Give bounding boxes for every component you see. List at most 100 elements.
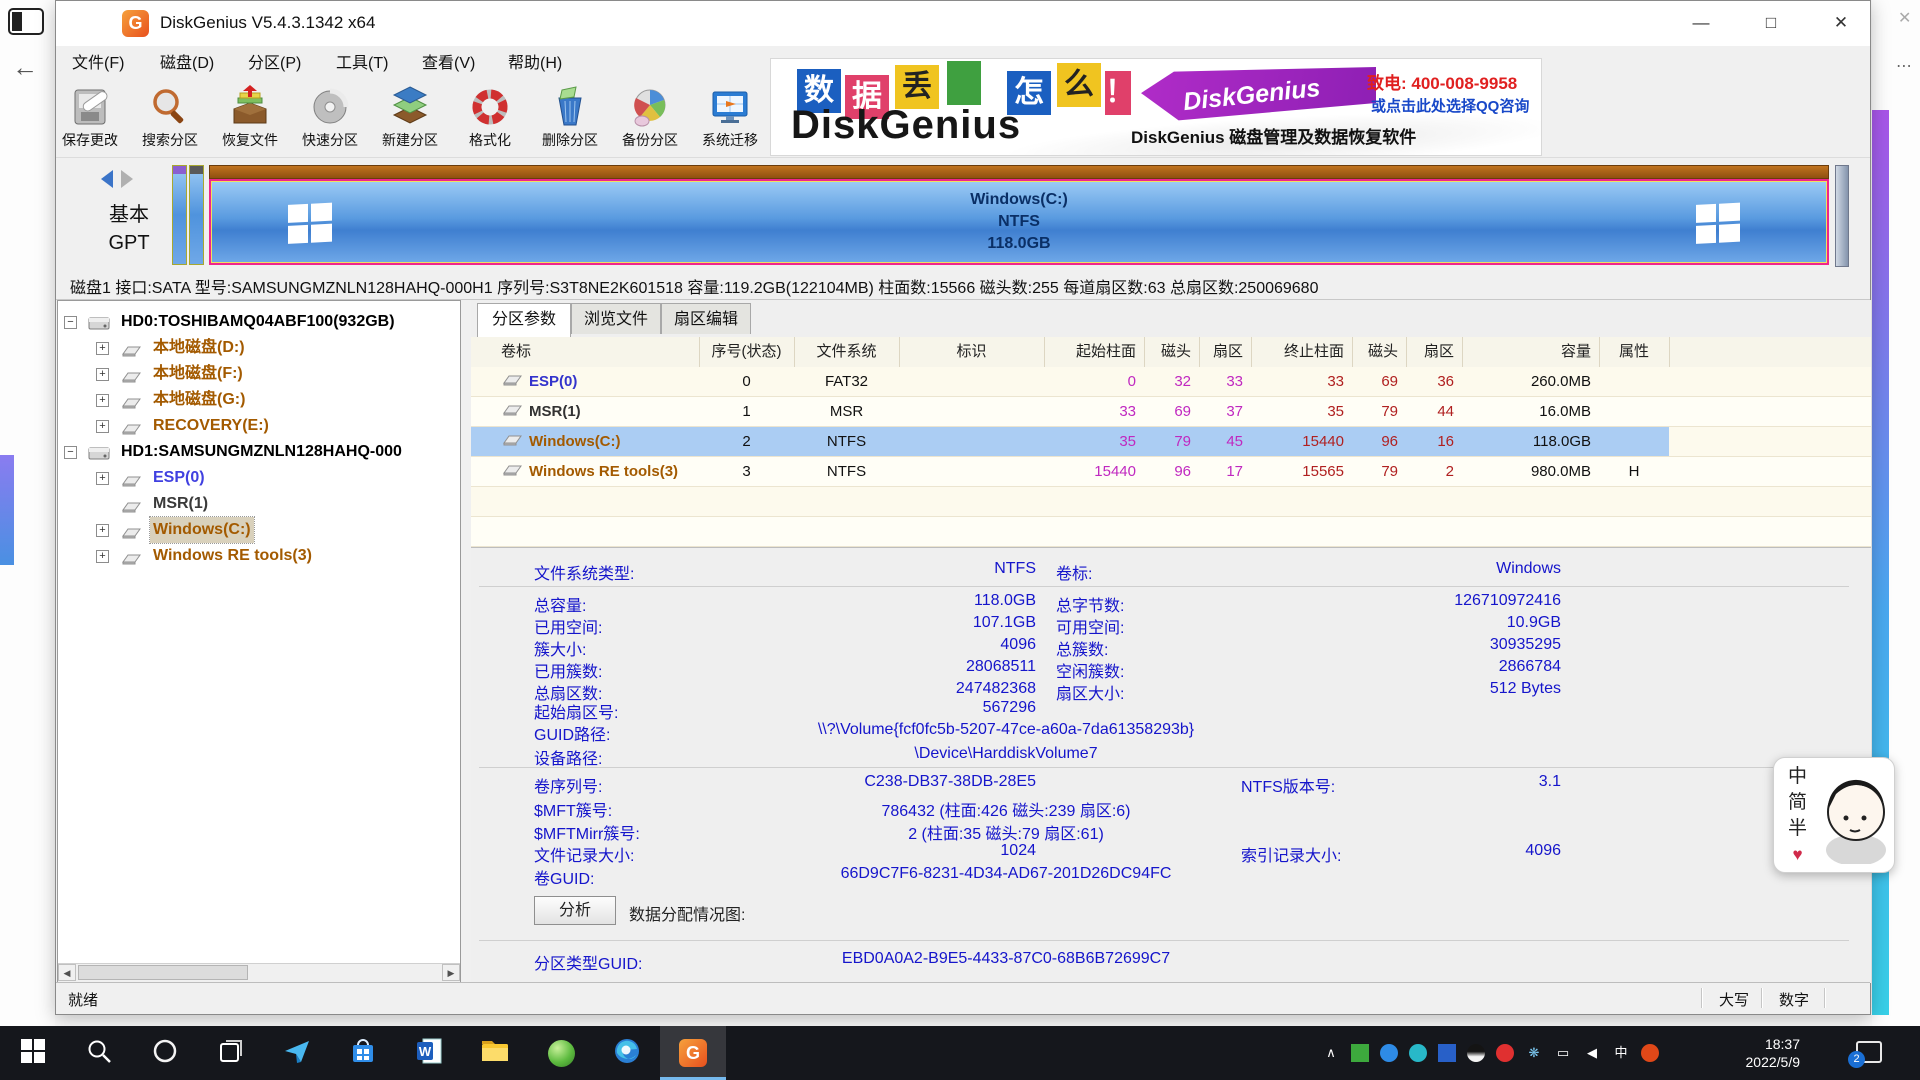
notification-center-icon[interactable]: 2 (1856, 1041, 1882, 1063)
menu-partition[interactable]: 分区(P) (242, 46, 307, 81)
ime-mode-char[interactable]: ♥ (1788, 842, 1807, 868)
expand-icon[interactable]: + (96, 524, 109, 537)
menu-view[interactable]: 查看(V) (416, 46, 481, 81)
tree-item[interactable]: +本地磁盘(G:) (58, 387, 460, 413)
tree-item[interactable]: +RECOVERY(E:) (58, 413, 460, 439)
format-button[interactable]: 格式化 (450, 83, 530, 155)
ime-mode-char[interactable]: 简 (1788, 790, 1807, 816)
expand-icon[interactable]: + (96, 420, 109, 433)
column-header[interactable]: 起始柱面 (1044, 337, 1144, 367)
search-partition-button[interactable]: 搜索分区 (130, 83, 210, 155)
column-header[interactable]: 卷标 (479, 337, 699, 367)
column-header[interactable]: 扇区 (1199, 337, 1251, 367)
tray-snowflake-app-icon[interactable]: ❋ (1525, 1044, 1543, 1062)
mini-partition-esp[interactable] (172, 165, 187, 265)
taskbar-ms-store-button[interactable] (330, 1026, 396, 1080)
column-header[interactable]: 文件系统 (794, 337, 899, 367)
collapse-icon[interactable]: − (64, 316, 77, 329)
column-header[interactable]: 标识 (899, 337, 1044, 367)
taskbar-cortana-button[interactable] (132, 1026, 198, 1080)
analyze-button[interactable]: 分析 (534, 896, 616, 925)
table-row[interactable]: ESP(0)0FAT3203233336936260.0MB (471, 367, 1871, 397)
taskbar-word-button[interactable]: W (396, 1026, 462, 1080)
tab-sector-edit[interactable]: 扇区编辑 (661, 303, 751, 334)
next-disk-icon[interactable] (121, 170, 133, 188)
column-header[interactable]: 属性 (1599, 337, 1669, 367)
more-options-icon[interactable]: ⋯ (1896, 56, 1912, 76)
back-arrow-icon[interactable]: ← (12, 52, 38, 83)
tray-teal-circle-app-icon[interactable] (1409, 1044, 1427, 1062)
scrollbar-thumb[interactable] (78, 965, 248, 980)
backup-partition-button[interactable]: 备份分区 (610, 83, 690, 155)
taskbar-clock[interactable]: 18:37 2022/5/9 (1700, 1035, 1800, 1071)
delete-partition-button[interactable]: 删除分区 (530, 83, 610, 155)
mini-partition-msr[interactable] (189, 165, 204, 265)
tray-battery-icon[interactable]: ▭ (1554, 1044, 1572, 1062)
ime-status-popup[interactable]: 中简半♥ (1773, 757, 1895, 873)
taskbar-file-explorer-button[interactable] (462, 1026, 528, 1080)
ime-mode-char[interactable]: 中 (1788, 764, 1807, 790)
tray-ime-lang-icon[interactable]: 中 (1612, 1044, 1630, 1062)
column-header[interactable]: 容量 (1462, 337, 1599, 367)
expand-icon[interactable]: + (96, 368, 109, 381)
taskbar-edge-button[interactable] (594, 1026, 660, 1080)
banner-qq-link[interactable]: 或点击此处选择QQ咨询 (1371, 95, 1529, 116)
expand-icon[interactable]: + (96, 550, 109, 563)
taskbar-plane-app-button[interactable] (264, 1026, 330, 1080)
maximize-button[interactable]: □ (1746, 1, 1796, 45)
partition-bar-windows-c[interactable]: Windows(C:) NTFS 118.0GB (209, 165, 1829, 265)
table-row[interactable]: Windows RE tools(3)3NTFS1544096171556579… (471, 457, 1871, 487)
prev-disk-icon[interactable] (101, 170, 113, 188)
tray-volume-icon[interactable]: ◀ (1583, 1044, 1601, 1062)
tree-item[interactable]: +Windows(C:) (58, 517, 460, 543)
collapse-icon[interactable]: − (64, 446, 77, 459)
column-header[interactable]: 扇区 (1406, 337, 1462, 367)
tree-item[interactable]: −HD1:SAMSUNGMZNLN128HAHQ-000 (58, 439, 460, 465)
tree-item[interactable]: +本地磁盘(D:) (58, 335, 460, 361)
quick-partition-button[interactable]: 快速分区 (290, 83, 370, 155)
tray-flame-app-icon[interactable] (1641, 1044, 1659, 1062)
tab-partition-params[interactable]: 分区参数 (477, 303, 571, 337)
tree-item[interactable]: MSR(1) (58, 491, 460, 517)
new-partition-button[interactable]: 新建分区 (370, 83, 450, 155)
scroll-left-icon[interactable]: ◀ (58, 964, 76, 981)
tab-browse-files[interactable]: 浏览文件 (571, 303, 661, 334)
tray-qq-icon[interactable] (1467, 1044, 1485, 1062)
tray-green-app-icon[interactable] (1351, 1044, 1369, 1062)
recover-files-button[interactable]: 恢复文件 (210, 83, 290, 155)
table-row[interactable]: Windows(C:)2NTFS357945154409616118.0GB (471, 427, 1871, 457)
minimize-button[interactable]: — (1676, 1, 1726, 45)
column-header[interactable]: 磁头 (1144, 337, 1199, 367)
tree-item[interactable]: −HD0:TOSHIBAMQ04ABF100(932GB) (58, 309, 460, 335)
tray-blue-circle-app-icon[interactable] (1380, 1044, 1398, 1062)
tree-horizontal-scrollbar[interactable]: ◀ ▶ (58, 963, 460, 982)
ad-banner[interactable]: 数据丢怎么！ DiskGenius DiskGenius 致电: 400-008… (770, 58, 1542, 156)
taskbar-start-button[interactable] (0, 1026, 66, 1080)
taskbar-green-browser-button[interactable] (528, 1026, 594, 1080)
menu-tools[interactable]: 工具(T) (330, 46, 394, 81)
tray-red-circle-app-icon[interactable] (1496, 1044, 1514, 1062)
scroll-right-icon[interactable]: ▶ (442, 964, 460, 981)
expand-icon[interactable]: + (96, 472, 109, 485)
taskbar-search-button[interactable] (66, 1026, 132, 1080)
taskbar-task-view-button[interactable] (198, 1026, 264, 1080)
column-header[interactable]: 磁头 (1352, 337, 1406, 367)
column-header[interactable]: 终止柱面 (1251, 337, 1352, 367)
tree-item[interactable]: +Windows RE tools(3) (58, 543, 460, 569)
menu-help[interactable]: 帮助(H) (502, 46, 568, 81)
sidebar-toggle-icon[interactable] (8, 8, 44, 35)
tree-item[interactable]: +本地磁盘(F:) (58, 361, 460, 387)
close-button[interactable]: ✕ (1816, 1, 1866, 45)
tray-blue-square-app-icon[interactable] (1438, 1044, 1456, 1062)
taskbar-diskgenius-button[interactable]: G (660, 1026, 726, 1080)
menu-disk[interactable]: 磁盘(D) (154, 46, 220, 81)
expand-icon[interactable]: + (96, 394, 109, 407)
column-header[interactable]: 序号(状态) (699, 337, 794, 367)
panel-splitter[interactable] (461, 300, 471, 983)
save-changes-button[interactable]: 保存更改 (50, 83, 130, 155)
menu-file[interactable]: 文件(F) (66, 46, 130, 81)
expand-icon[interactable]: + (96, 342, 109, 355)
table-row[interactable]: MSR(1)1MSR33693735794416.0MB (471, 397, 1871, 427)
tray-expand-icon[interactable]: ∧ (1322, 1044, 1340, 1062)
tree-item[interactable]: +ESP(0) (58, 465, 460, 491)
